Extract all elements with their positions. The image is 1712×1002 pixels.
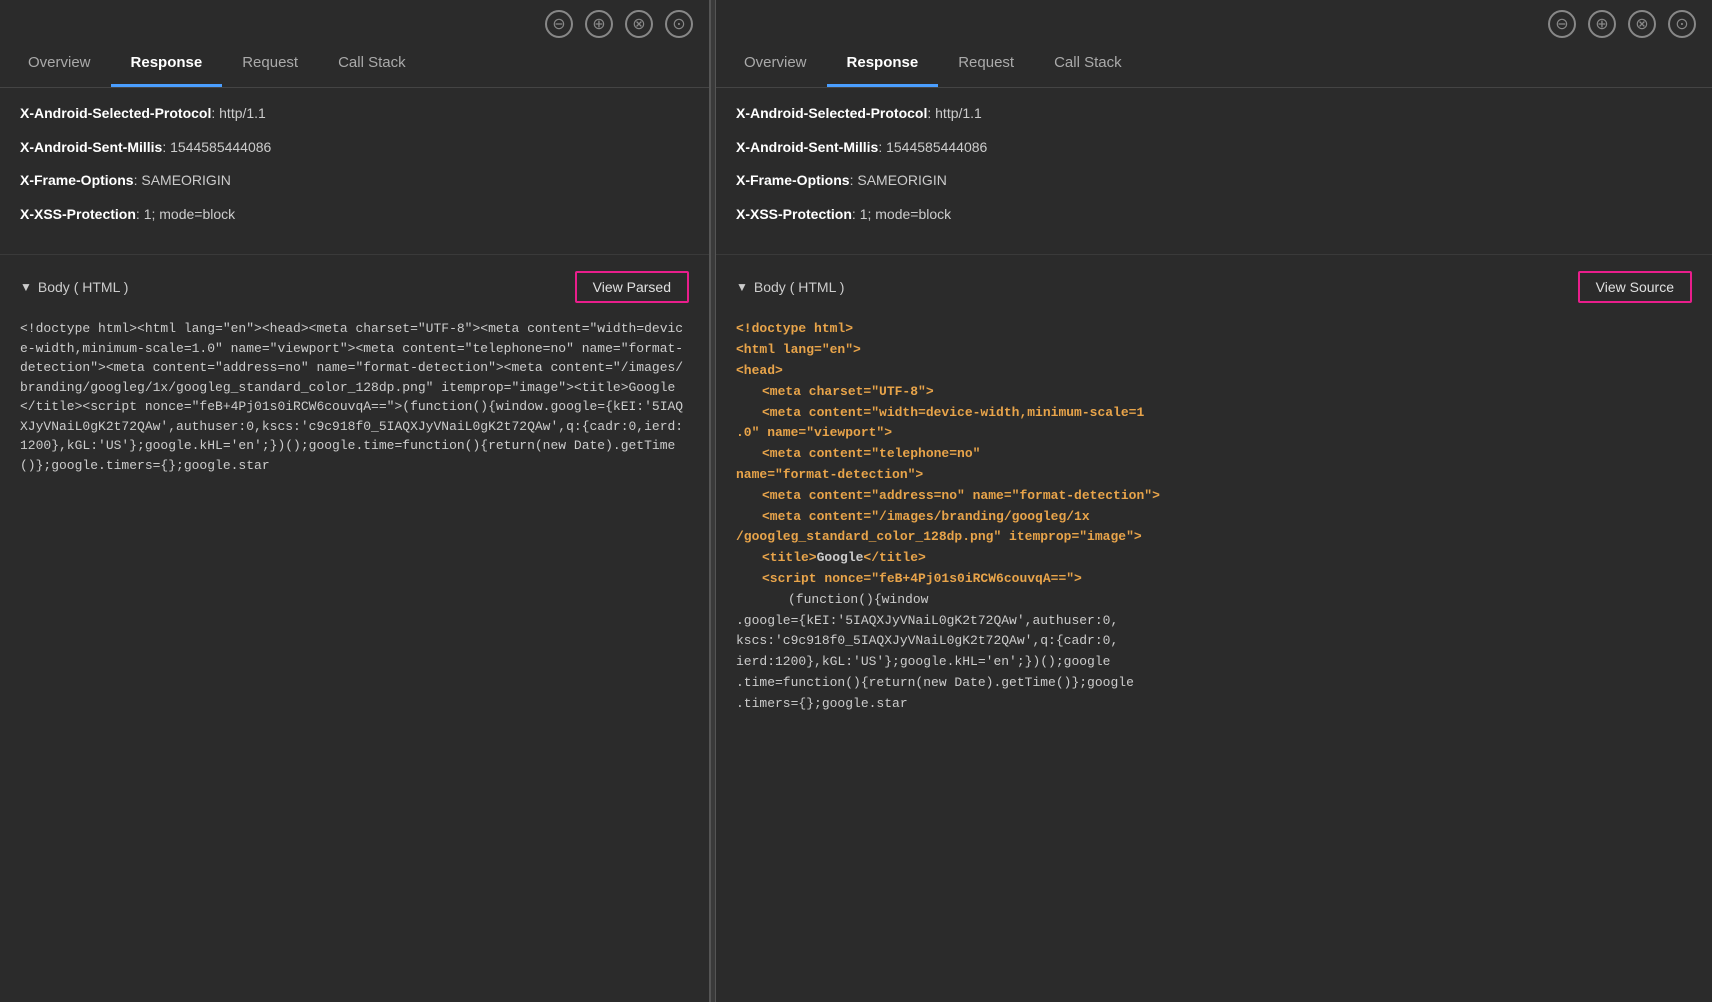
left-header-3: X-XSS-Protection: 1; mode=block [20,205,689,225]
view-source-button[interactable]: View Source [1578,271,1692,303]
right-headers-section: X-Android-Selected-Protocol: http/1.1 X-… [716,88,1712,255]
body-arrow-left: ▼ [20,280,32,294]
left-headers-section: X-Android-Selected-Protocol: http/1.1 X-… [0,88,709,255]
body-arrow-right: ▼ [736,280,748,294]
tab-response-right[interactable]: Response [827,38,939,87]
tab-overview-left[interactable]: Overview [8,38,111,87]
left-body-title: ▼ Body ( HTML ) [20,279,128,295]
right-header-0: X-Android-Selected-Protocol: http/1.1 [736,104,1692,124]
left-header-0: X-Android-Selected-Protocol: http/1.1 [20,104,689,124]
tab-request-right[interactable]: Request [938,38,1034,87]
left-content-area[interactable]: X-Android-Selected-Protocol: http/1.1 X-… [0,88,709,1002]
add-btn-right[interactable]: ⊕ [1588,10,1616,38]
tab-request-left[interactable]: Request [222,38,318,87]
left-panel: ⊖ ⊕ ⊗ ⊙ Overview Response Request Call S… [0,0,710,1002]
right-header-1: X-Android-Sent-Millis: 1544585444086 [736,138,1692,158]
right-tab-bar: Overview Response Request Call Stack [716,38,1712,88]
right-header-3: X-XSS-Protection: 1; mode=block [736,205,1692,225]
tab-callstack-left[interactable]: Call Stack [318,38,426,87]
right-parsed-content: <!doctype html> <html lang="en"> <head> … [736,319,1692,714]
tab-overview-right[interactable]: Overview [724,38,827,87]
left-body-section: ▼ Body ( HTML ) View Parsed <!doctype ht… [0,255,709,491]
left-header-2: X-Frame-Options: SAMEORIGIN [20,171,689,191]
tab-response-left[interactable]: Response [111,38,223,87]
right-window-controls: ⊖ ⊕ ⊗ ⊙ [1548,10,1696,38]
right-content-area[interactable]: X-Android-Selected-Protocol: http/1.1 X-… [716,88,1712,1002]
view-parsed-button[interactable]: View Parsed [575,271,689,303]
minimize-btn-right[interactable]: ⊖ [1548,10,1576,38]
stop-btn-right[interactable]: ⊗ [1628,10,1656,38]
add-btn-left[interactable]: ⊕ [585,10,613,38]
left-header-1: X-Android-Sent-Millis: 1544585444086 [20,138,689,158]
record-btn-right[interactable]: ⊙ [1668,10,1696,38]
left-raw-content: <!doctype html><html lang="en"><head><me… [20,319,689,475]
left-body-header: ▼ Body ( HTML ) View Parsed [20,271,689,303]
tab-callstack-right[interactable]: Call Stack [1034,38,1142,87]
right-panel: ⊖ ⊕ ⊗ ⊙ Overview Response Request Call S… [716,0,1712,1002]
minimize-btn-left[interactable]: ⊖ [545,10,573,38]
left-window-controls: ⊖ ⊕ ⊗ ⊙ [545,10,693,38]
right-header-2: X-Frame-Options: SAMEORIGIN [736,171,1692,191]
right-body-title: ▼ Body ( HTML ) [736,279,844,295]
stop-btn-left[interactable]: ⊗ [625,10,653,38]
left-tab-bar: Overview Response Request Call Stack [0,38,709,88]
record-btn-left[interactable]: ⊙ [665,10,693,38]
right-body-header: ▼ Body ( HTML ) View Source [736,271,1692,303]
right-body-section: ▼ Body ( HTML ) View Source <!doctype ht… [716,255,1712,730]
